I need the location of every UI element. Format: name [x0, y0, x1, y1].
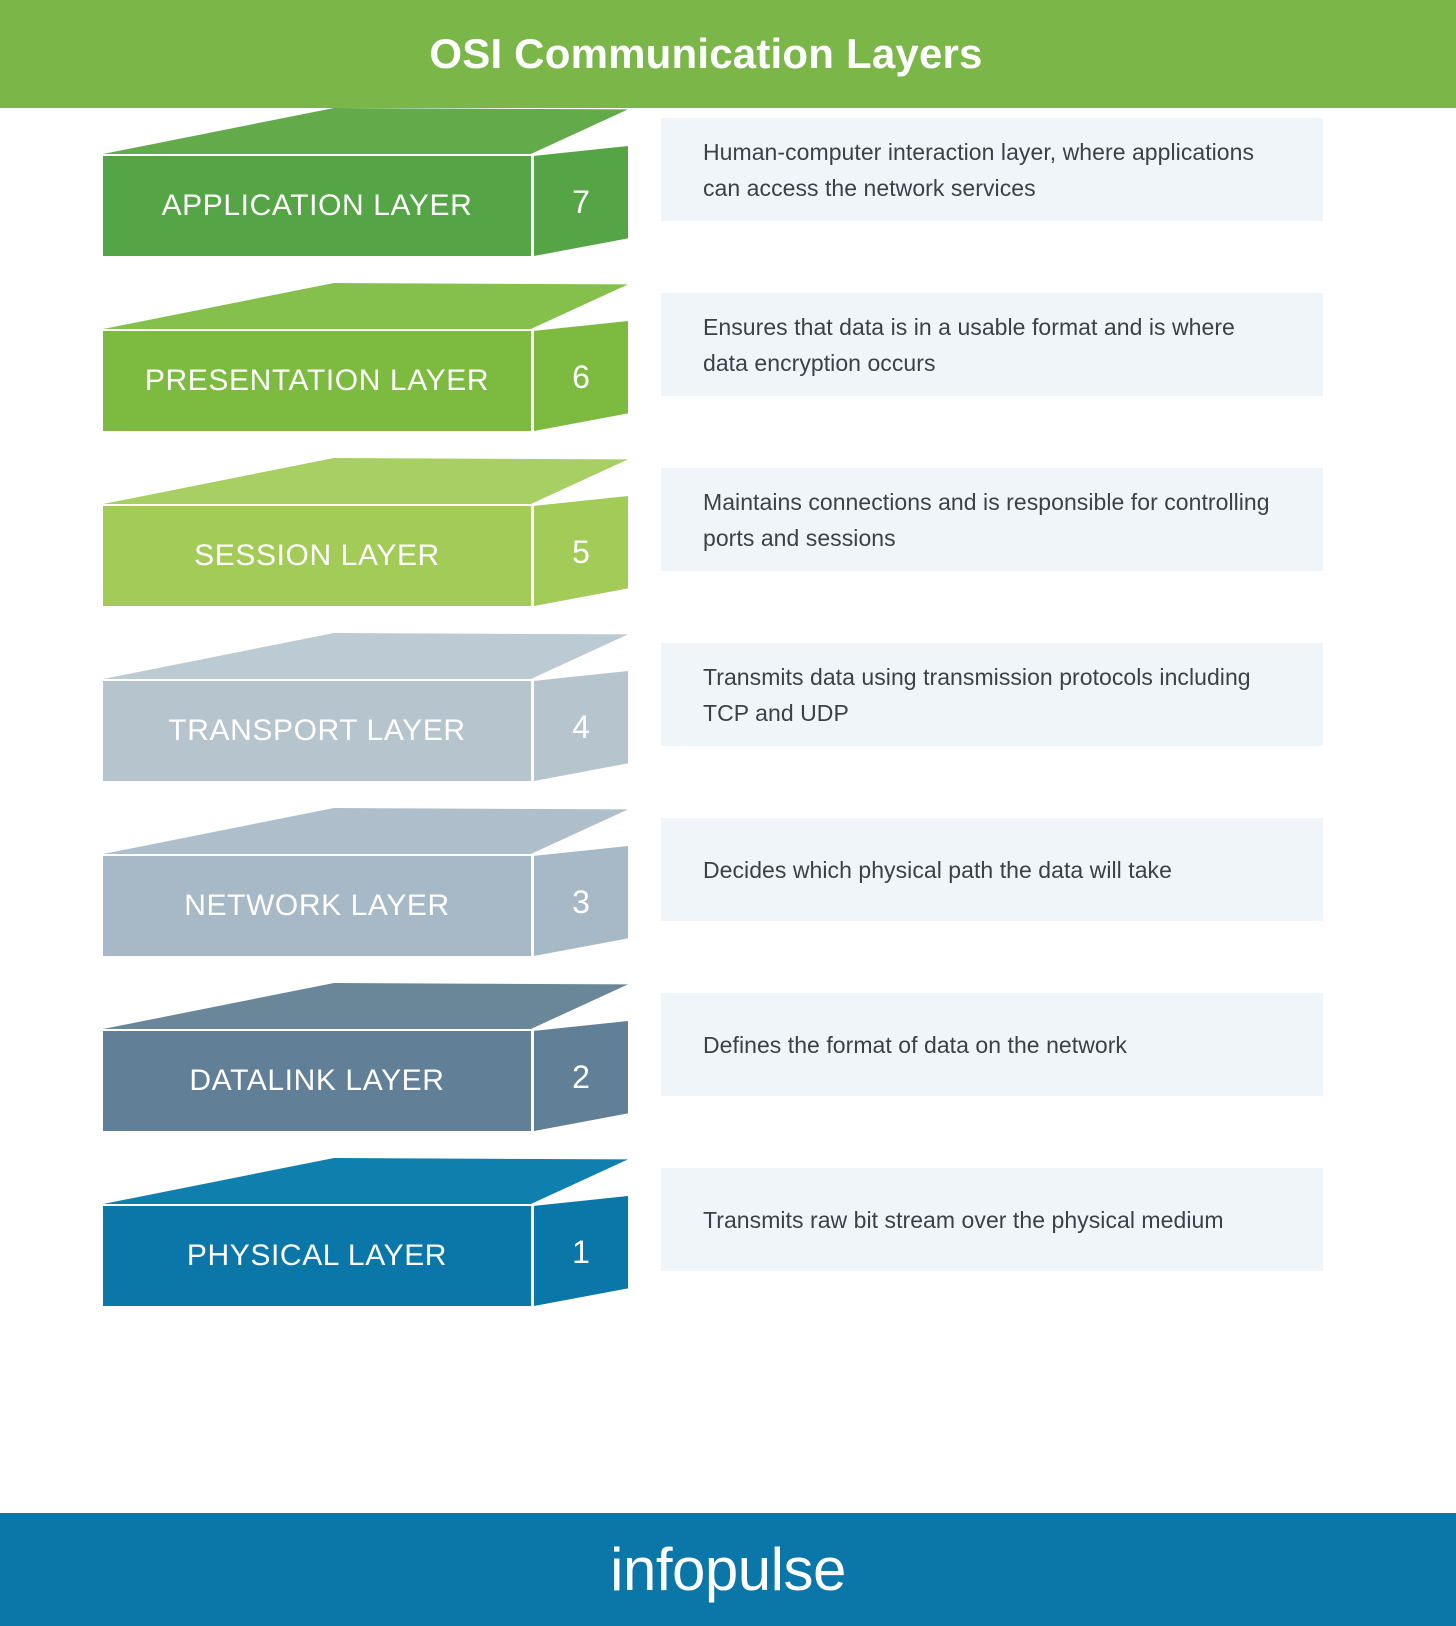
layer-block-2[interactable]: DATALINK LAYER 2 — [103, 983, 628, 1131]
layer-number-badge: 5 — [572, 533, 590, 570]
page-title: OSI Communication Layers — [429, 30, 983, 77]
layer-block-top-face — [103, 1158, 628, 1204]
layer-name-label: NETWORK LAYER — [184, 889, 450, 922]
layer-block-front-face: TRANSPORT LAYER — [103, 681, 531, 781]
layer-block-front-face: SESSION LAYER — [103, 506, 531, 606]
layer-block-front-face: PRESENTATION LAYER — [103, 331, 531, 431]
layer-number-badge: 3 — [572, 883, 590, 920]
layer-number-badge: 2 — [572, 1058, 590, 1095]
layer-block-front-face: DATALINK LAYER — [103, 1031, 531, 1131]
layer-description-box: Human-computer interaction layer, where … — [661, 118, 1323, 221]
layer-description-text: Ensures that data is in a usable format … — [703, 313, 1235, 376]
layer-description-text: Decides which physical path the data wil… — [703, 856, 1172, 883]
layer-row: DATALINK LAYER 2 Defines the format of dat… — [0, 983, 1456, 1158]
layer-number-badge: 1 — [572, 1233, 590, 1270]
layer-row: PHYSICAL LAYER 1 Transmits raw bit stream … — [0, 1158, 1456, 1333]
layer-description-text: Maintains connections and is responsible… — [703, 488, 1270, 551]
layer-description-box: Transmits raw bit stream over the physic… — [661, 1168, 1323, 1271]
layer-name-label: DATALINK LAYER — [189, 1064, 445, 1097]
layer-name-label: PHYSICAL LAYER — [186, 1239, 448, 1272]
layer-stack: APPLICATION LAYER 7 Human-computer interac… — [0, 108, 1456, 1513]
layer-description-text: Defines the format of data on the networ… — [703, 1031, 1127, 1058]
layer-block-top-face — [103, 633, 628, 679]
layer-description-text: Transmits raw bit stream over the physic… — [703, 1206, 1224, 1233]
layer-block-top-face — [103, 983, 628, 1029]
layer-block-front-face: NETWORK LAYER — [103, 856, 531, 956]
layer-description-box: Ensures that data is in a usable format … — [661, 293, 1323, 396]
layer-row: TRANSPORT LAYER 4 Transmits data using tra… — [0, 633, 1456, 808]
layer-block-6[interactable]: PRESENTATION LAYER 6 — [103, 283, 628, 431]
layer-description-box: Decides which physical path the data wil… — [661, 818, 1323, 921]
layer-row: NETWORK LAYER 3 Decides which physical pat… — [0, 808, 1456, 983]
layer-row: PRESENTATION LAYER 6 Ensures that data is … — [0, 283, 1456, 458]
layer-block-side-face: 6 — [534, 321, 628, 431]
layer-description-text: Human-computer interaction layer, where … — [703, 138, 1255, 201]
layer-name-label: APPLICATION LAYER — [161, 189, 473, 222]
layer-number-badge: 4 — [572, 708, 590, 745]
layer-name-label: PRESENTATION LAYER — [144, 364, 490, 397]
layer-block-5[interactable]: SESSION LAYER 5 — [103, 458, 628, 606]
layer-block-3[interactable]: NETWORK LAYER 3 — [103, 808, 628, 956]
layer-block-top-face — [103, 283, 628, 329]
osi-infographic: OSI Communication Layers APPLICATION LAY… — [0, 0, 1456, 1626]
layer-block-top-face — [103, 458, 628, 504]
layer-block-side-face: 3 — [534, 846, 628, 956]
footer-banner: infopulse — [0, 1513, 1456, 1626]
layer-description-box: Maintains connections and is responsible… — [661, 468, 1323, 571]
layer-block-top-face — [103, 808, 628, 854]
layer-block-side-face: 2 — [534, 1021, 628, 1131]
layer-number-badge: 6 — [572, 358, 590, 395]
layer-block-front-face: APPLICATION LAYER — [103, 156, 531, 256]
layer-block-front-face: PHYSICAL LAYER — [103, 1206, 531, 1306]
layer-row: SESSION LAYER 5 Maintains connections and … — [0, 458, 1456, 633]
layer-row: APPLICATION LAYER 7 Human-computer interac… — [0, 108, 1456, 283]
layer-description-box: Defines the format of data on the networ… — [661, 993, 1323, 1096]
layer-block-top-face — [103, 108, 628, 154]
layer-number-badge: 7 — [572, 183, 590, 220]
layer-description-box: Transmits data using transmission protoc… — [661, 643, 1323, 746]
layer-block-1[interactable]: PHYSICAL LAYER 1 — [103, 1158, 628, 1306]
infopulse-logo: infopulse — [610, 1536, 846, 1603]
layer-name-label: SESSION LAYER — [194, 539, 440, 572]
layer-name-label: TRANSPORT LAYER — [168, 714, 466, 747]
layer-block-side-face: 1 — [534, 1196, 628, 1306]
layer-block-side-face: 4 — [534, 671, 628, 781]
layer-block-4[interactable]: TRANSPORT LAYER 4 — [103, 633, 628, 781]
layer-block-7[interactable]: APPLICATION LAYER 7 — [103, 108, 628, 256]
layer-block-side-face: 5 — [534, 496, 628, 606]
header-banner: OSI Communication Layers — [0, 0, 1456, 108]
layer-description-text: Transmits data using transmission protoc… — [703, 663, 1251, 726]
layer-block-side-face: 7 — [534, 146, 628, 256]
